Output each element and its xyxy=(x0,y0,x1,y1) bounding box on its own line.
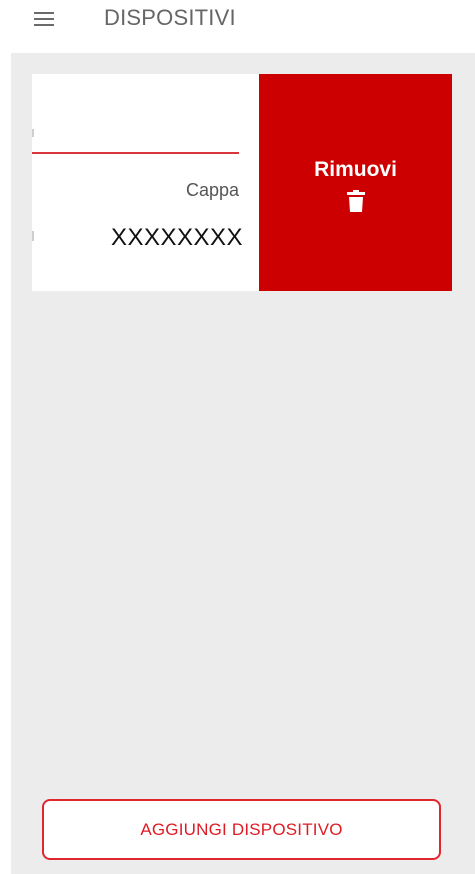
add-device-label: AGGIUNGI DISPOSITIVO xyxy=(140,820,343,839)
device-type-label: Cappa xyxy=(185,180,239,200)
remove-device-button[interactable]: Rimuovi xyxy=(259,74,452,291)
field-edge-marker xyxy=(32,129,34,137)
remove-label: Rimuovi xyxy=(314,158,397,181)
trash-icon xyxy=(347,190,365,212)
add-device-button[interactable]: AGGIUNGI DISPOSITIVO xyxy=(42,799,441,860)
device-code: XXXXXXXX xyxy=(110,224,243,251)
page-title: DISPOSITIVI xyxy=(104,5,236,30)
app-bar: DISPOSITIVI xyxy=(0,0,475,44)
field-edge-marker xyxy=(32,231,34,241)
name-field-underline xyxy=(32,152,239,154)
device-card[interactable]: Cappa XXXXXXXX xyxy=(32,74,260,291)
device-list-area: Cappa XXXXXXXX Rimuovi AGGIUNGI DISPOSIT… xyxy=(11,53,475,874)
hamburger-menu-icon[interactable] xyxy=(30,6,62,32)
